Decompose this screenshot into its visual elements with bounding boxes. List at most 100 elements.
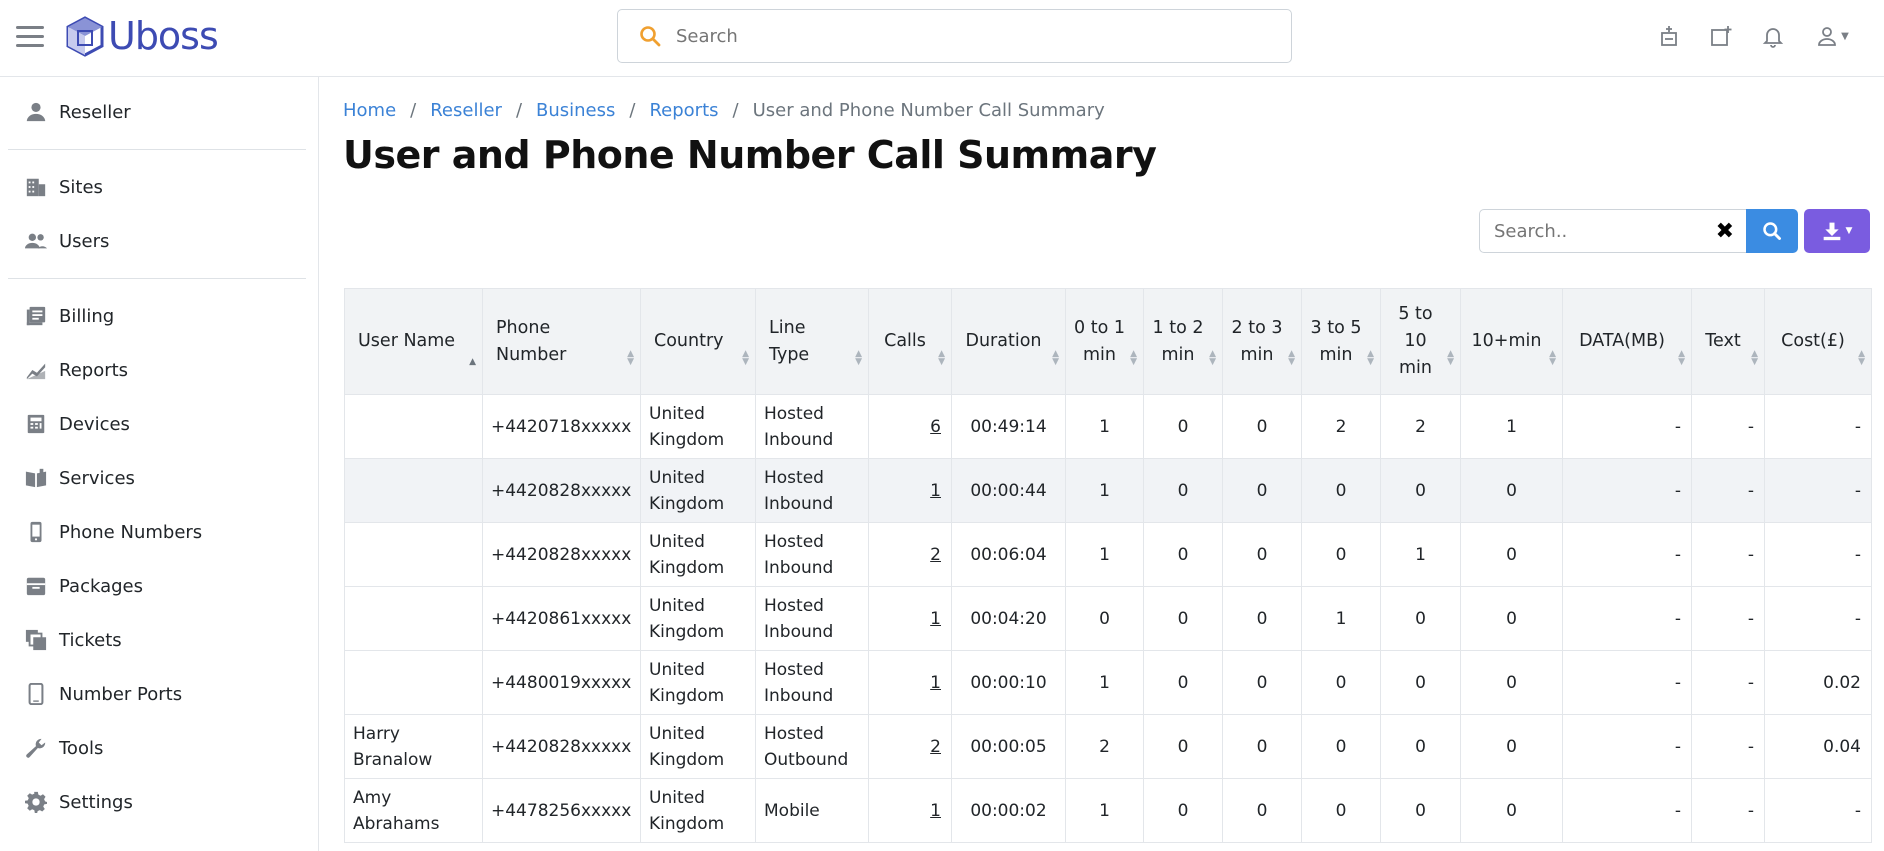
cell-line-type: Hosted Inbound	[755, 650, 869, 715]
sort-icon: ▲ ▼	[742, 349, 749, 367]
calls-link[interactable]: 1	[930, 609, 941, 629]
cell-2-to-3-min: 0	[1222, 458, 1302, 523]
cell-calls: 2	[868, 714, 952, 779]
cell-0-to-1-min: 1	[1065, 458, 1144, 523]
sidebar-item-reseller[interactable]: Reseller	[0, 85, 318, 139]
sidebar-divider	[8, 278, 306, 279]
table-search[interactable]: ✖	[1479, 209, 1747, 253]
cell-line-type: Mobile	[755, 778, 869, 843]
calls-link[interactable]: 1	[930, 481, 941, 501]
cell-cost: -	[1764, 394, 1872, 459]
sidebar-item-label: Billing	[59, 305, 115, 327]
sidebar-item-tools[interactable]: Tools	[0, 721, 318, 775]
breadcrumb-reseller[interactable]: Reseller	[430, 100, 502, 121]
table-row[interactable]: +4480019xxxxx United Kingdom Hosted Inboun…	[344, 650, 1872, 715]
sidebar-item-sites[interactable]: Sites	[0, 160, 318, 214]
bell-icon[interactable]	[1760, 22, 1786, 50]
sidebar-item-billing[interactable]: Billing	[0, 289, 318, 343]
header-0-to-1-min[interactable]: 0 to 1 min ▲ ▼	[1065, 288, 1144, 395]
cell-duration: 00:00:05	[951, 714, 1066, 779]
calls-link[interactable]: 1	[930, 801, 941, 821]
user-menu-icon[interactable]: ▼	[1812, 22, 1852, 50]
table-row[interactable]: +4420828xxxxx United Kingdom Hosted Inboun…	[344, 458, 1872, 523]
cell-line-type: Hosted Inbound	[755, 394, 869, 459]
sidebar-item-settings[interactable]: Settings	[0, 775, 318, 829]
sidebar-item-reports[interactable]: Reports	[0, 343, 318, 397]
table-row[interactable]: +4420861xxxxx United Kingdom Hosted Inboun…	[344, 586, 1872, 651]
header-calls[interactable]: Calls ▲ ▼	[868, 288, 952, 395]
add-user-icon[interactable]	[1656, 22, 1682, 50]
header-text[interactable]: Text ▲ ▼	[1691, 288, 1765, 395]
table-header-row: User Name ▲ Phone Number ▲ ▼ Country ▲ ▼ Line…	[344, 288, 1872, 395]
sidebar-item-packages[interactable]: Packages	[0, 559, 318, 613]
sort-icon: ▲ ▼	[1751, 349, 1758, 367]
cell-data-mb: -	[1562, 458, 1692, 523]
header-3-to-5-min[interactable]: 3 to 5 min ▲ ▼	[1301, 288, 1381, 395]
devices-icon	[24, 412, 48, 436]
sort-icon: ▲ ▼	[1549, 349, 1556, 367]
header-1-to-2-min[interactable]: 1 to 2 min ▲ ▼	[1143, 288, 1223, 395]
global-search[interactable]	[617, 9, 1292, 63]
header-country[interactable]: Country ▲ ▼	[640, 288, 756, 395]
header-user-name[interactable]: User Name ▲	[344, 288, 483, 395]
global-search-input[interactable]	[676, 25, 1256, 47]
breadcrumb-home[interactable]: Home	[343, 100, 396, 121]
sidebar-item-users[interactable]: Users	[0, 214, 318, 268]
sidebar-item-services[interactable]: Services	[0, 451, 318, 505]
breadcrumb-business[interactable]: Business	[536, 100, 615, 121]
cell-cost: -	[1764, 458, 1872, 523]
calls-link[interactable]: 1	[930, 673, 941, 693]
header-duration[interactable]: Duration ▲ ▼	[951, 288, 1066, 395]
header-10-plus-min[interactable]: 10+min ▲ ▼	[1460, 288, 1563, 395]
cell-data-mb: -	[1562, 394, 1692, 459]
chart-icon	[24, 358, 48, 382]
cell-phone-number: +4420718xxxxx	[482, 394, 641, 459]
cell-duration: 00:00:44	[951, 458, 1066, 523]
logo[interactable]: Uboss	[64, 12, 219, 60]
cell-duration: 00:06:04	[951, 522, 1066, 587]
header-5-to-10-min[interactable]: 5 to 10 min ▲ ▼	[1380, 288, 1461, 395]
header-cost[interactable]: Cost(£) ▲ ▼	[1764, 288, 1872, 395]
calls-link[interactable]: 2	[930, 737, 941, 757]
header-data-mb[interactable]: DATA(MB) ▲ ▼	[1562, 288, 1692, 395]
tickets-icon	[24, 628, 48, 652]
breadcrumb-reports[interactable]: Reports	[649, 100, 718, 121]
main-content: Home / Reseller / Business / Reports / U…	[320, 77, 1884, 851]
header-line-type[interactable]: Line Type ▲ ▼	[755, 288, 869, 395]
sidebar-item-phone-numbers[interactable]: Phone Numbers	[0, 505, 318, 559]
call-summary-table-wrapper: User Name ▲ Phone Number ▲ ▼ Country ▲ ▼ Line…	[344, 288, 1872, 843]
building-icon	[24, 175, 48, 199]
sidebar-item-label: Tickets	[59, 629, 122, 651]
cell-data-mb: -	[1562, 714, 1692, 779]
table-row[interactable]: Harry Branalow +4420828xxxxx United Kingdo…	[344, 714, 1872, 779]
cell-phone-number: +4420828xxxxx	[482, 522, 641, 587]
cell-2-to-3-min: 0	[1222, 522, 1302, 587]
sidebar-item-devices[interactable]: Devices	[0, 397, 318, 451]
breadcrumb: Home / Reseller / Business / Reports / U…	[343, 100, 1105, 121]
cell-5-to-10-min: 0	[1380, 458, 1461, 523]
calls-link[interactable]: 2	[930, 545, 941, 565]
cell-data-mb: -	[1562, 778, 1692, 843]
sort-icon: ▲ ▼	[1678, 349, 1685, 367]
header-phone-number[interactable]: Phone Number ▲ ▼	[482, 288, 641, 395]
cell-2-to-3-min: 0	[1222, 778, 1302, 843]
table-row[interactable]: +4420718xxxxx United Kingdom Hosted Inboun…	[344, 394, 1872, 459]
download-button[interactable]: ▼	[1804, 209, 1870, 253]
download-icon	[1823, 222, 1840, 241]
top-bar: Uboss ▼	[0, 0, 1884, 77]
add-window-icon[interactable]	[1708, 22, 1734, 50]
table-row[interactable]: +4420828xxxxx United Kingdom Hosted Inboun…	[344, 522, 1872, 587]
sidebar-item-tickets[interactable]: Tickets	[0, 613, 318, 667]
clear-icon[interactable]: ✖	[1716, 219, 1734, 244]
table-row[interactable]: Amy Abrahams +4478256xxxxx United Kingdom M…	[344, 778, 1872, 843]
search-button[interactable]	[1746, 209, 1798, 253]
table-search-input[interactable]	[1494, 220, 1704, 242]
mobile-icon	[24, 682, 48, 706]
sort-icon: ▲ ▼	[1858, 349, 1865, 367]
sidebar-item-number-ports[interactable]: Number Ports	[0, 667, 318, 721]
phone-icon	[24, 520, 48, 544]
calls-link[interactable]: 6	[930, 417, 941, 437]
menu-icon[interactable]	[16, 26, 44, 48]
header-2-to-3-min[interactable]: 2 to 3 min ▲ ▼	[1222, 288, 1302, 395]
call-summary-table: User Name ▲ Phone Number ▲ ▼ Country ▲ ▼ Line…	[344, 288, 1872, 843]
